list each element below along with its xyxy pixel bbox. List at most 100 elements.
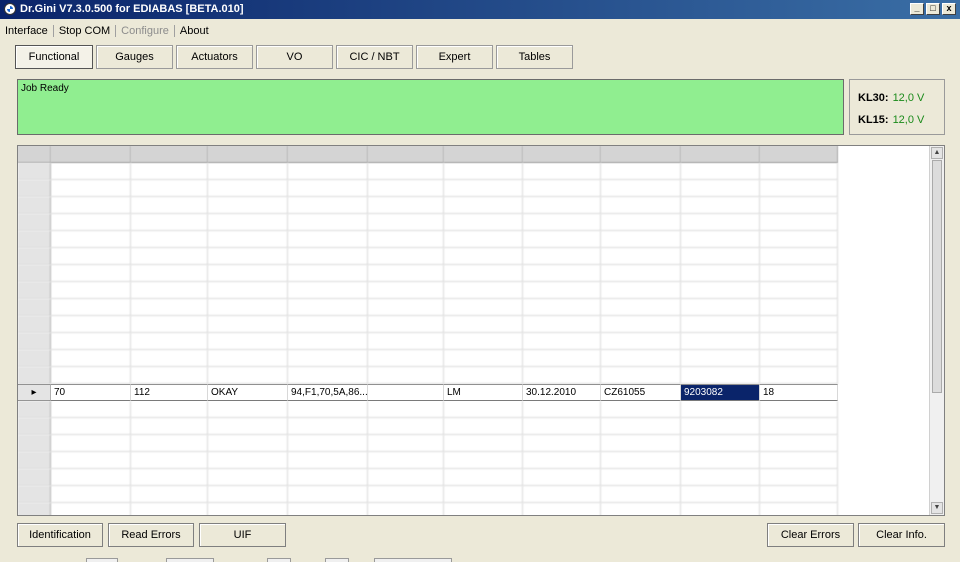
table-cell[interactable] <box>523 350 601 367</box>
table-cell[interactable] <box>208 163 288 180</box>
table-cell[interactable] <box>131 231 208 248</box>
table-cell[interactable] <box>523 469 601 486</box>
table-row[interactable] <box>18 503 838 515</box>
table-cell[interactable] <box>601 452 681 469</box>
table-cell[interactable] <box>601 486 681 503</box>
table-cell[interactable] <box>760 299 838 316</box>
table-cell[interactable] <box>368 486 444 503</box>
table-row[interactable] <box>18 282 838 299</box>
table-cell[interactable] <box>368 435 444 452</box>
scroll-thumb[interactable] <box>932 160 942 393</box>
table-row[interactable] <box>18 333 838 350</box>
table-cell[interactable] <box>681 214 760 231</box>
column-header[interactable] <box>51 146 131 163</box>
table-cell[interactable] <box>131 401 208 418</box>
table-cell[interactable] <box>288 367 368 384</box>
table-cell[interactable] <box>288 180 368 197</box>
table-cell[interactable] <box>444 367 523 384</box>
table-cell[interactable] <box>131 180 208 197</box>
table-cell[interactable] <box>288 452 368 469</box>
data-grid[interactable]: ▸ 70 112 OKAY 94,F1,70,5A,86... LM 30.12.2010 C… <box>17 145 945 516</box>
table-row[interactable] <box>18 163 838 180</box>
table-cell[interactable] <box>368 180 444 197</box>
table-cell[interactable] <box>131 333 208 350</box>
read-errors-button[interactable]: Read Errors <box>108 523 194 547</box>
row-header[interactable] <box>18 367 51 384</box>
table-cell[interactable] <box>523 299 601 316</box>
table-cell[interactable] <box>760 486 838 503</box>
table-cell[interactable] <box>444 435 523 452</box>
row-header[interactable] <box>18 316 51 333</box>
table-cell[interactable] <box>760 282 838 299</box>
table-cell[interactable] <box>523 248 601 265</box>
tab-tables[interactable]: Tables <box>496 45 573 69</box>
table-cell[interactable] <box>601 503 681 515</box>
table-cell[interactable] <box>444 486 523 503</box>
table-cell[interactable] <box>760 180 838 197</box>
minimize-button[interactable]: _ <box>910 3 924 15</box>
table-cell[interactable] <box>523 214 601 231</box>
row-header[interactable] <box>18 265 51 282</box>
row-header[interactable] <box>18 299 51 316</box>
table-cell[interactable] <box>208 486 288 503</box>
table-cell[interactable] <box>208 265 288 282</box>
table-cell[interactable] <box>681 231 760 248</box>
table-cell[interactable] <box>288 316 368 333</box>
table-cell[interactable] <box>51 299 131 316</box>
table-cell[interactable] <box>368 401 444 418</box>
table-cell[interactable] <box>681 299 760 316</box>
table-cell[interactable] <box>601 231 681 248</box>
table-cell[interactable] <box>51 180 131 197</box>
table-cell[interactable] <box>131 435 208 452</box>
table-cell[interactable] <box>208 418 288 435</box>
table-cell[interactable] <box>601 197 681 214</box>
table-cell[interactable] <box>444 350 523 367</box>
table-cell[interactable] <box>51 350 131 367</box>
table-row[interactable] <box>18 418 838 435</box>
table-cell[interactable] <box>760 435 838 452</box>
table-cell[interactable] <box>131 163 208 180</box>
table-cell[interactable] <box>368 452 444 469</box>
menu-about[interactable]: About <box>175 25 214 37</box>
table-cell[interactable] <box>444 197 523 214</box>
tab-functional[interactable]: Functional <box>15 45 93 69</box>
tab-actuators[interactable]: Actuators <box>176 45 253 69</box>
table-cell[interactable] <box>131 214 208 231</box>
table-cell[interactable] <box>523 452 601 469</box>
table-cell[interactable] <box>444 316 523 333</box>
row-header[interactable] <box>18 180 51 197</box>
table-cell[interactable] <box>681 282 760 299</box>
table-cell[interactable] <box>51 401 131 418</box>
table-cell[interactable] <box>523 265 601 282</box>
table-cell[interactable] <box>51 503 131 515</box>
row-header[interactable]: ▸ <box>18 384 51 401</box>
table-cell[interactable] <box>601 180 681 197</box>
table-row[interactable] <box>18 435 838 452</box>
table-cell[interactable] <box>601 248 681 265</box>
table-cell[interactable] <box>523 180 601 197</box>
table-cell[interactable]: OKAY <box>208 384 288 401</box>
table-cell[interactable] <box>760 452 838 469</box>
table-cell[interactable] <box>368 367 444 384</box>
scroll-down-icon[interactable]: ▼ <box>931 502 943 514</box>
table-cell[interactable]: LM <box>444 384 523 401</box>
table-cell[interactable] <box>368 503 444 515</box>
table-cell[interactable] <box>131 299 208 316</box>
table-cell[interactable] <box>51 214 131 231</box>
table-cell[interactable] <box>131 265 208 282</box>
table-row[interactable] <box>18 452 838 469</box>
table-cell[interactable] <box>444 214 523 231</box>
tab-gauges[interactable]: Gauges <box>96 45 173 69</box>
table-cell[interactable] <box>601 282 681 299</box>
table-cell[interactable]: 18 <box>760 384 838 401</box>
table-cell[interactable] <box>131 452 208 469</box>
table-cell[interactable] <box>681 316 760 333</box>
table-cell[interactable] <box>208 503 288 515</box>
table-row[interactable] <box>18 214 838 231</box>
column-header[interactable] <box>368 146 444 163</box>
column-header[interactable] <box>681 146 760 163</box>
table-cell[interactable] <box>444 418 523 435</box>
table-cell[interactable] <box>208 282 288 299</box>
table-cell[interactable]: 94,F1,70,5A,86... <box>288 384 368 401</box>
close-button[interactable]: x <box>942 3 956 15</box>
